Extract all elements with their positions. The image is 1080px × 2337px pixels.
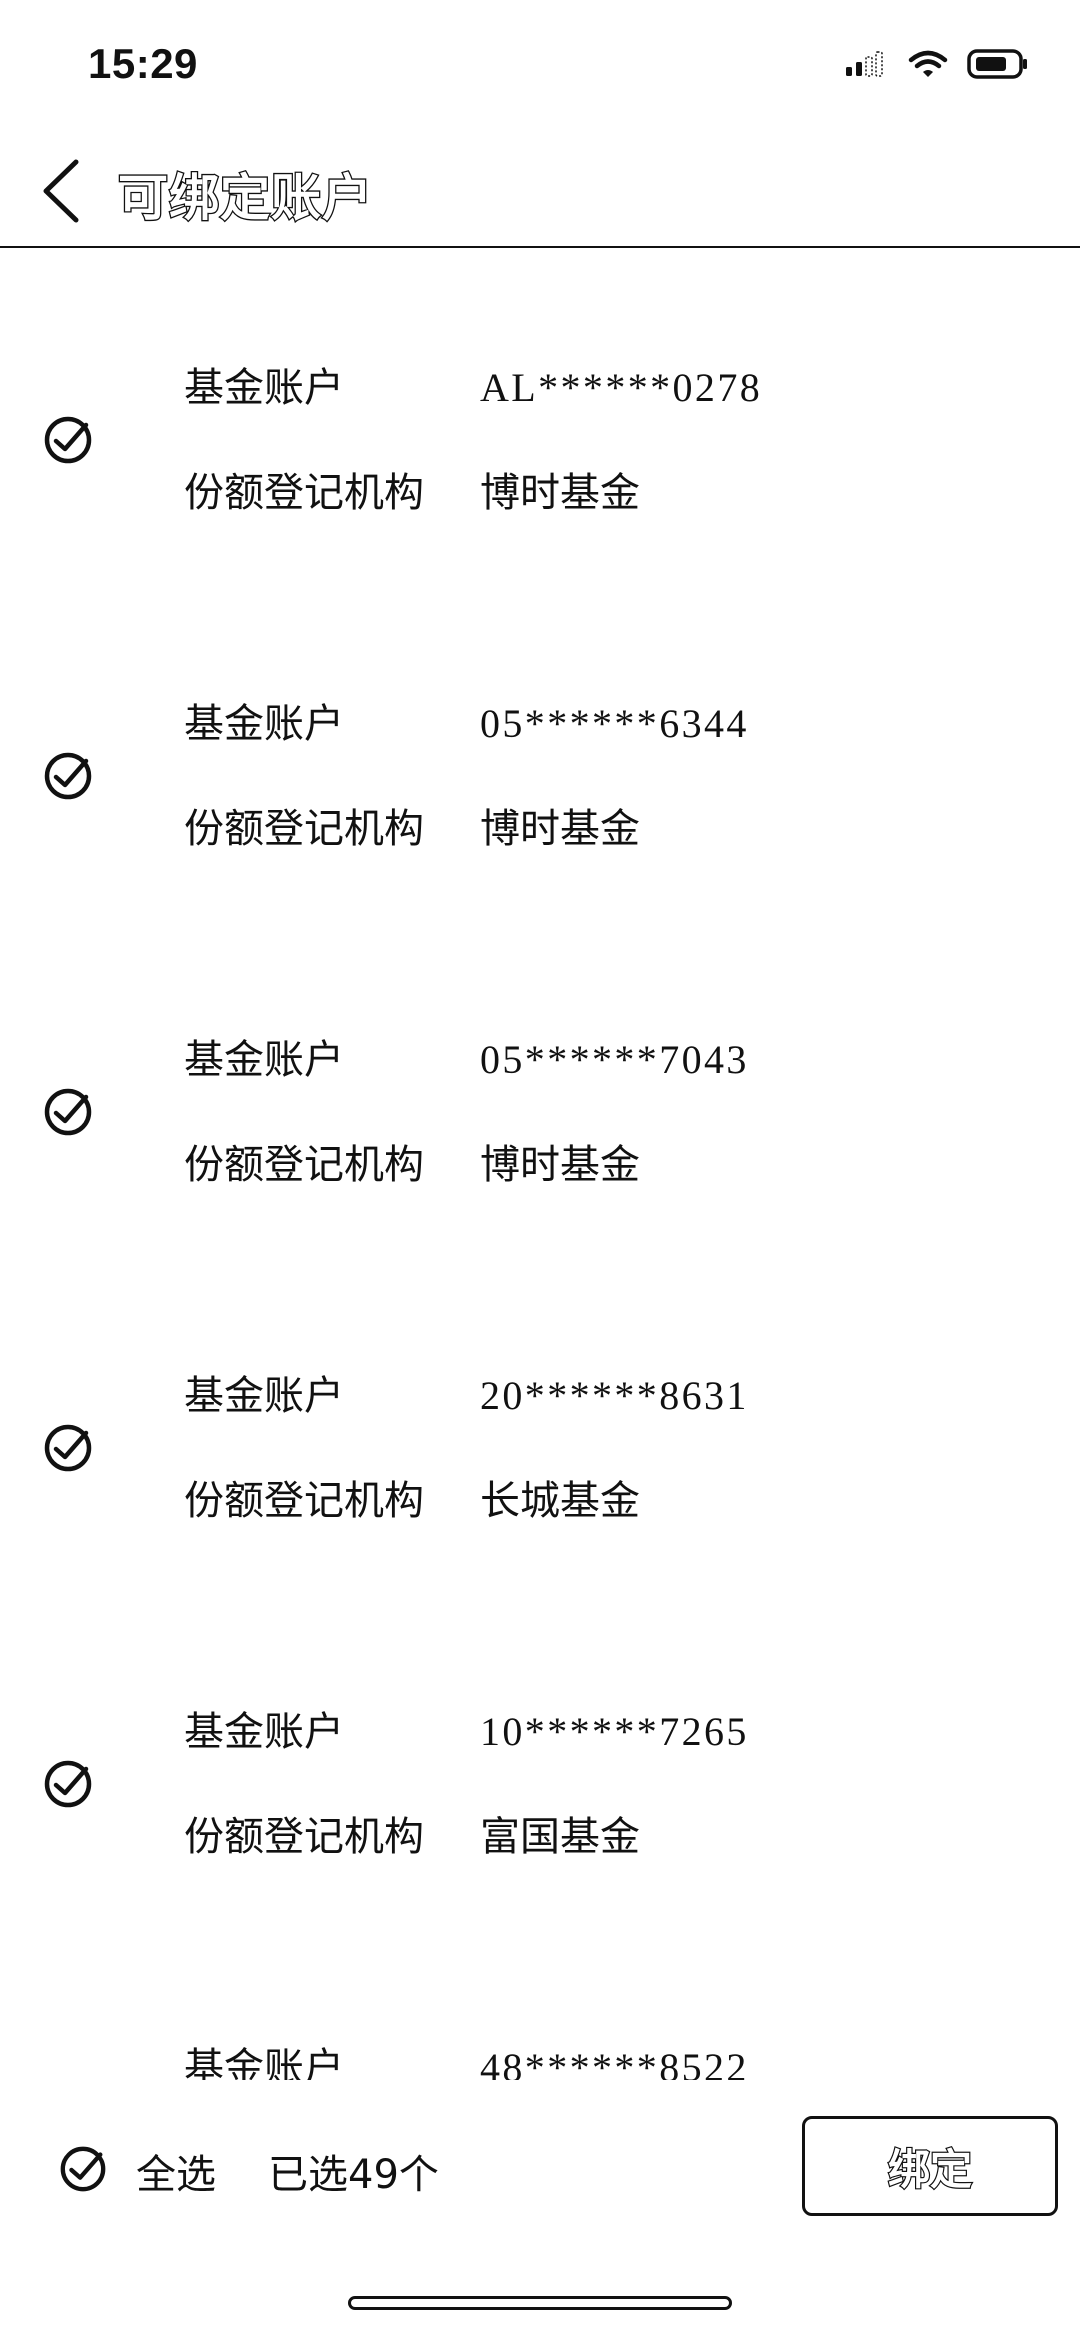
registrar-label: 份额登记机构 [184,470,424,516]
registrar-row: 份额登记机构 博时基金 [184,796,640,854]
registrar-row: 份额登记机构 富国基金 [184,1804,640,1862]
account-number: AL******0278 [480,365,763,410]
registrar-label: 份额登记机构 [184,806,424,852]
account-number: 20******8631 [480,1373,749,1418]
account-number: 05******6344 [480,701,749,746]
screen: 15:29 可绑定账户 基金账户 AL******0278 份额登记机构 博时基… [0,0,1080,2337]
status-time: 15:29 [88,40,198,87]
registrar-label: 份额登记机构 [184,1814,424,1860]
registrar-value: 富国基金 [480,1814,640,1860]
account-item[interactable]: 基金账户 20******8631 份额登记机构 长城基金 [0,1258,1080,1594]
account-row: 基金账户 05******6344 [184,691,749,749]
registrar-label: 份额登记机构 [184,1478,424,1524]
registrar-value: 长城基金 [480,1478,640,1524]
account-label: 基金账户 [184,1373,344,1419]
back-button[interactable] [38,156,88,226]
home-indicator[interactable] [348,2296,732,2310]
page-title: 可绑定账户 [117,168,374,229]
nav-bar: 可绑定账户 [0,130,1080,248]
status-bar: 15:29 [0,0,1080,130]
account-item[interactable]: 基金账户 05******6344 份额登记机构 博时基金 [0,586,1080,922]
account-label: 基金账户 [184,1037,344,1083]
status-icons [844,48,1030,80]
account-item[interactable]: 基金账户 AL******0278 份额登记机构 博时基金 [0,250,1080,586]
check-circle-icon [44,1760,92,1808]
check-circle-icon [44,416,92,464]
account-label: 基金账户 [184,2045,344,2080]
select-all-checkbox[interactable] [58,2144,108,2194]
account-item[interactable]: 基金账户 48******8522 [0,1930,1080,2080]
wifi-icon [908,50,948,77]
chevron-left-icon [43,159,79,223]
account-row: 基金账户 20******8631 [184,1363,749,1421]
account-label: 基金账户 [184,1709,344,1755]
bottom-action-bar: 全选 已选49个 绑定 [0,2100,1080,2240]
registrar-row: 份额登记机构 长城基金 [184,1468,640,1526]
battery-icon [967,49,1027,79]
check-circle-icon [44,752,92,800]
select-all-label[interactable]: 全选 [136,2142,216,2200]
registrar-value: 博时基金 [480,1142,640,1188]
account-row: 基金账户 05******7043 [184,1027,749,1085]
account-label: 基金账户 [184,365,344,411]
check-circle-icon [44,1088,92,1136]
account-row: 基金账户 10******7265 [184,1699,749,1757]
item-checkbox[interactable] [42,1758,94,1810]
item-checkbox[interactable] [42,414,94,466]
registrar-row: 份额登记机构 博时基金 [184,1132,640,1190]
item-checkbox[interactable] [42,750,94,802]
account-number: 10******7265 [480,1709,749,1754]
bind-button-label: 绑定 [887,2143,973,2194]
account-number: 05******7043 [480,1037,749,1082]
registrar-value: 博时基金 [480,806,640,852]
item-checkbox[interactable] [42,1086,94,1138]
cellular-signal-icon [846,51,883,77]
registrar-row: 份额登记机构 博时基金 [184,460,640,518]
account-item[interactable]: 基金账户 10******7265 份额登记机构 富国基金 [0,1594,1080,1930]
account-row: 基金账户 AL******0278 [184,355,762,413]
selected-count: 已选49个 [268,2152,439,2198]
account-row: 基金账户 48******8522 [184,2035,749,2080]
registrar-value: 博时基金 [480,470,640,516]
item-checkbox[interactable] [42,1422,94,1474]
account-item[interactable]: 基金账户 05******7043 份额登记机构 博时基金 [0,922,1080,1258]
account-list[interactable]: 基金账户 AL******0278 份额登记机构 博时基金 基金账户 05***… [0,250,1080,2080]
check-circle-icon [44,1424,92,1472]
check-circle-icon [60,2146,106,2192]
bind-button[interactable]: 绑定 [802,2116,1058,2216]
registrar-label: 份额登记机构 [184,1142,424,1188]
account-number: 48******8522 [480,2045,749,2080]
account-label: 基金账户 [184,701,344,747]
